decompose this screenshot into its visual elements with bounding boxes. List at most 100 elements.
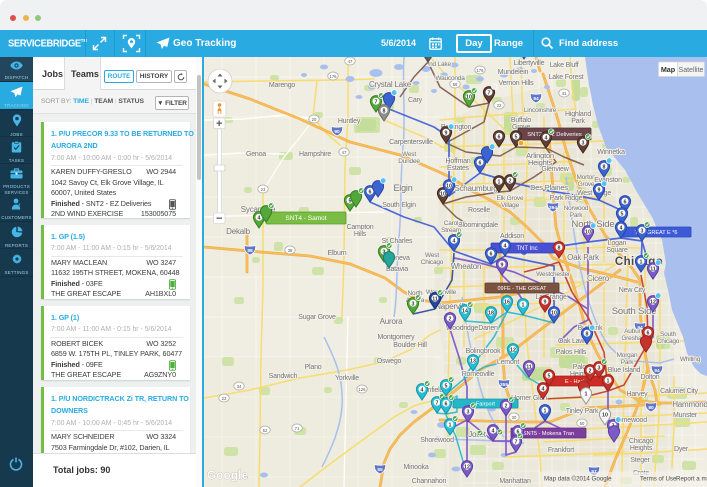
svg-text:11: 11 <box>432 296 438 302</box>
svg-text:10: 10 <box>585 229 591 235</box>
svg-text:Plano: Plano <box>305 364 322 371</box>
svg-text:12: 12 <box>650 299 656 305</box>
svg-text:Montgomery: Montgomery <box>378 334 416 341</box>
svg-text:20: 20 <box>312 117 317 122</box>
svg-text:Aurora: Aurora <box>380 317 404 326</box>
svg-text:1: 1 <box>544 408 547 414</box>
svg-text:Elburn: Elburn <box>327 250 346 257</box>
svg-text:Palos Hills: Palos Hills <box>556 349 587 356</box>
svg-text:St Charles: St Charles <box>382 238 413 245</box>
svg-text:Vernon Hills: Vernon Hills <box>499 80 535 87</box>
svg-text:Wheaton: Wheaton <box>451 262 482 271</box>
svg-text:Map: Map <box>661 65 676 74</box>
svg-text:Norwood: Norwood <box>564 205 589 212</box>
svg-text:Sugar Grove: Sugar Grove <box>298 314 336 321</box>
svg-text:8: 8 <box>383 108 386 114</box>
svg-text:Report a map error: Report a map error <box>676 476 707 483</box>
svg-text:Addison: Addison <box>500 233 524 240</box>
svg-text:7: 7 <box>375 99 378 105</box>
svg-text:Shorewood: Shorewood <box>420 437 454 444</box>
svg-text:30: 30 <box>512 415 517 420</box>
svg-text:Oswego: Oswego <box>377 358 402 365</box>
svg-text:Grove: Grove <box>578 181 595 188</box>
svg-text:1: 1 <box>585 391 588 397</box>
svg-text:1: 1 <box>640 259 643 265</box>
svg-text:23: 23 <box>222 396 227 401</box>
svg-text:12: 12 <box>464 464 470 470</box>
svg-text:12: 12 <box>510 347 516 353</box>
svg-text:West: West <box>425 252 439 259</box>
svg-text:09FE - THE GREAT: 09FE - THE GREAT <box>497 286 547 292</box>
svg-text:10: 10 <box>466 94 472 100</box>
svg-text:55: 55 <box>377 467 383 473</box>
svg-text:Tinley Park: Tinley Park <box>566 408 599 415</box>
svg-text:TNT Inc: TNT Inc <box>516 246 537 252</box>
svg-text:16: 16 <box>504 299 510 305</box>
svg-text:Auburn: Auburn <box>624 328 644 335</box>
svg-text:6: 6 <box>479 160 482 166</box>
svg-text:Dolton: Dolton <box>640 374 659 381</box>
svg-text:Oak Park: Oak Park <box>567 253 600 262</box>
svg-text:9: 9 <box>544 299 547 305</box>
svg-text:Blue Island: Blue Island <box>608 367 641 374</box>
svg-text:Logan: Logan <box>608 240 627 247</box>
svg-text:7: 7 <box>436 400 439 406</box>
svg-text:Calumet City: Calumet City <box>660 388 698 395</box>
svg-text:Westchester: Westchester <box>536 271 571 278</box>
svg-text:4: 4 <box>421 387 424 393</box>
svg-text:Park: Park <box>621 359 635 366</box>
svg-text:Cary: Cary <box>408 97 423 104</box>
svg-text:6: 6 <box>624 199 627 205</box>
svg-text:41: 41 <box>562 91 567 96</box>
svg-text:Des Plaines: Des Plaines <box>530 183 568 192</box>
svg-text:Boulder Hill: Boulder Hill <box>393 342 427 349</box>
svg-text:Morton: Morton <box>576 174 596 181</box>
svg-text:3: 3 <box>582 140 585 146</box>
svg-text:Romeoville: Romeoville <box>462 371 495 378</box>
svg-text:1: 1 <box>449 422 452 428</box>
svg-text:10: 10 <box>446 183 452 189</box>
svg-text:3: 3 <box>467 409 470 415</box>
svg-text:5: 5 <box>515 134 518 140</box>
svg-text:Highland: Highland <box>565 111 591 118</box>
svg-text:10: 10 <box>440 191 446 197</box>
svg-text:Hills: Hills <box>354 231 367 238</box>
svg-text:SNT2 - EZ Deliveries: SNT2 - EZ Deliveries <box>527 132 582 138</box>
svg-text:Chicago: Chicago <box>629 438 654 445</box>
svg-text:126: 126 <box>358 387 366 392</box>
svg-text:Google: Google <box>207 470 248 482</box>
svg-text:Dundee: Dundee <box>398 158 420 165</box>
svg-text:Map data ©2014 Google: Map data ©2014 Google <box>544 476 612 483</box>
svg-text:38: 38 <box>288 248 293 253</box>
svg-text:Munster: Munster <box>673 412 698 419</box>
svg-text:Bolingbrook: Bolingbrook <box>466 348 501 355</box>
svg-text:Lake Bluff: Lake Bluff <box>549 62 578 69</box>
svg-text:West: West <box>402 151 416 158</box>
svg-text:Sandwich: Sandwich <box>269 373 298 380</box>
svg-text:10: 10 <box>551 310 557 316</box>
svg-text:4: 4 <box>620 225 623 231</box>
svg-text:Morgan: Morgan <box>617 352 638 359</box>
svg-text:52: 52 <box>263 428 268 433</box>
svg-text:Chicago: Chicago <box>421 259 444 266</box>
svg-text:10: 10 <box>602 412 608 418</box>
svg-text:8: 8 <box>558 245 561 251</box>
svg-text:71: 71 <box>295 426 300 431</box>
svg-text:34: 34 <box>237 384 242 389</box>
svg-text:4: 4 <box>492 428 495 434</box>
svg-text:Libertyville: Libertyville <box>514 60 545 67</box>
svg-text:Park: Park <box>571 118 585 125</box>
svg-text:4: 4 <box>542 386 545 392</box>
svg-text:Terms of Use: Terms of Use <box>640 476 677 483</box>
svg-text:Mundelein: Mundelein <box>498 69 529 76</box>
svg-text:176: 176 <box>329 74 337 79</box>
svg-text:9: 9 <box>501 262 504 268</box>
svg-text:8: 8 <box>586 331 589 337</box>
svg-text:6: 6 <box>498 134 501 140</box>
svg-text:Genoa: Genoa <box>246 151 266 158</box>
svg-text:294: 294 <box>549 205 557 211</box>
svg-text:Hampshire: Hampshire <box>299 151 331 158</box>
svg-text:Marengo: Marengo <box>269 82 296 89</box>
svg-text:176: 176 <box>476 68 484 73</box>
svg-text:Manhattan: Manhattan <box>499 478 531 485</box>
